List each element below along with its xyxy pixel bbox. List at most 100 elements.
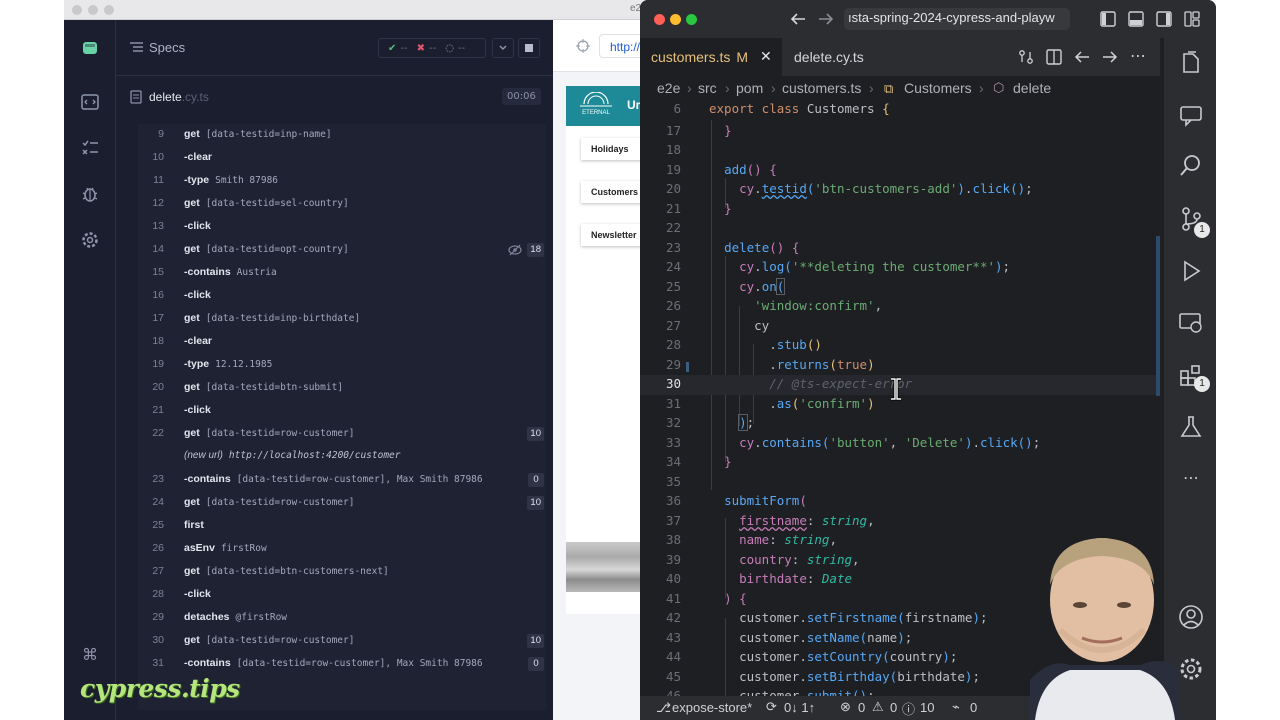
scrollbar-thumb[interactable] <box>1156 236 1160 396</box>
preview-url-text: http:// <box>610 40 641 54</box>
arrow-right-icon[interactable] <box>818 12 834 26</box>
vscode-titlebar: ısta-spring-2024-cypress-and-playw <box>640 0 1216 38</box>
file-icon <box>130 90 142 104</box>
command-log-row[interactable]: 14 get [data-testid=opt-country] 18 <box>138 239 546 261</box>
class-symbol-icon: ⧉ <box>884 81 894 96</box>
debug-bug-icon[interactable] <box>78 182 102 206</box>
more-actions-ellipsis-icon[interactable]: ⋯ <box>1130 46 1146 65</box>
selector-playground-crosshair-icon[interactable] <box>576 39 590 53</box>
command-center-search[interactable]: ısta-spring-2024-cypress-and-playw <box>844 8 1070 30</box>
command-name-text: -type <box>184 174 210 186</box>
go-forward-arrow-icon[interactable] <box>1102 50 1118 64</box>
breadcrumb-item[interactable]: delete <box>1013 80 1051 96</box>
settings-gear-icon[interactable] <box>78 228 102 252</box>
command-log-row[interactable]: 18 -clear <box>138 331 546 353</box>
toggle-secondary-sidebar-icon[interactable] <box>1156 11 1172 27</box>
collapse-chevron-button[interactable] <box>492 38 514 58</box>
close-tab-icon[interactable]: ✕ <box>760 48 772 65</box>
account-icon[interactable] <box>1178 604 1204 630</box>
command-log-row[interactable]: 20 get [data-testid=btn-submit] <box>138 377 546 399</box>
explorer-files-icon[interactable] <box>1178 50 1204 76</box>
more-views-ellipsis-icon[interactable]: ⋯ <box>1183 468 1199 487</box>
testing-flask-icon[interactable] <box>1178 414 1204 440</box>
command-log-row[interactable]: 26 asEnv firstRow <box>138 538 546 560</box>
ports-count[interactable]: 0 <box>970 700 977 715</box>
warning-count[interactable]: 0 <box>890 700 897 715</box>
compare-changes-icon[interactable] <box>1018 49 1034 65</box>
command-log-row[interactable]: 16 -click <box>138 285 546 307</box>
chat-comment-icon[interactable] <box>1178 102 1204 128</box>
command-log-row[interactable]: 25 first <box>138 515 546 537</box>
tab-delete-cy-ts[interactable]: delete.cy.ts <box>782 38 912 76</box>
code-line: 33 cy.contains('button', 'Delete').click… <box>665 435 1041 450</box>
command-name-text: -click <box>184 289 211 301</box>
close-window-button[interactable] <box>72 5 82 15</box>
spec-duration: 00:06 <box>502 88 541 105</box>
customize-layout-icon[interactable] <box>1184 11 1200 27</box>
maximize-window-button[interactable] <box>686 14 697 25</box>
command-log-row[interactable]: 19 -type 12.12.1985 <box>138 354 546 376</box>
command-log-row[interactable]: 29 detaches @firstRow <box>138 607 546 629</box>
command-name: -contains [data-testid=row-customer], Max… <box>184 473 483 485</box>
command-log-row[interactable]: 12 get [data-testid=sel-country] <box>138 193 546 215</box>
close-window-button[interactable] <box>654 14 665 25</box>
command-log-row[interactable]: 11 -type Smith 87986 <box>138 170 546 192</box>
git-branch-label[interactable]: expose-store* <box>672 700 752 715</box>
command-log-row[interactable]: 17 get [data-testid=inp-birthdate] <box>138 308 546 330</box>
breadcrumb-item[interactable]: customers.ts <box>782 80 861 96</box>
command-number: 19 <box>152 358 164 370</box>
breadcrumb-item[interactable]: Customers <box>904 80 972 96</box>
cypress-app-logo-icon[interactable] <box>78 36 102 60</box>
error-circle-icon: ⊗ <box>840 699 851 714</box>
code-line: 25 cy.on( <box>665 278 786 295</box>
element-count-badge: 10 <box>527 496 544 510</box>
specs-nav-icon[interactable] <box>78 90 102 114</box>
maximize-window-button[interactable] <box>104 5 114 15</box>
command-log-row[interactable]: 10 -clear <box>138 147 546 169</box>
run-debug-icon[interactable] <box>1178 258 1204 284</box>
keyboard-shortcuts-command-icon[interactable]: ⌘ <box>78 642 102 666</box>
manage-gear-icon[interactable] <box>1178 656 1204 682</box>
command-message: @firstRow <box>235 612 288 623</box>
breadcrumb-item[interactable]: src <box>698 80 717 96</box>
sync-status[interactable]: 0↓ 1↑ <box>784 700 815 715</box>
search-icon[interactable] <box>1178 152 1204 178</box>
breadcrumb-item[interactable]: e2e <box>657 80 680 96</box>
minimize-window-button[interactable] <box>88 5 98 15</box>
command-log-row[interactable]: 15 -contains Austria <box>138 262 546 284</box>
split-editor-icon[interactable] <box>1046 49 1062 65</box>
breadcrumb-item[interactable]: pom <box>736 80 763 96</box>
error-count[interactable]: 0 <box>858 700 865 715</box>
command-log-row[interactable]: 22 get [data-testid=row-customer] 10 <box>138 423 546 445</box>
command-log-row[interactable]: 9 get [data-testid=inp-name] <box>138 124 546 146</box>
info-count[interactable]: 10 <box>920 700 934 715</box>
toggle-panel-icon[interactable] <box>1128 11 1144 27</box>
command-log-row[interactable]: 30 get [data-testid=row-customer] 10 <box>138 630 546 652</box>
toggle-primary-sidebar-icon[interactable] <box>1100 11 1116 27</box>
minimize-window-button[interactable] <box>670 14 681 25</box>
command-log-row[interactable]: 27 get [data-testid=btn-customers-next] <box>138 561 546 583</box>
command-log-row[interactable]: 23 -contains [data-testid=row-customer], M… <box>138 469 546 491</box>
runs-nav-icon[interactable] <box>78 136 102 160</box>
command-log-row[interactable]: 31 -contains [data-testid=row-customer], M… <box>138 653 546 675</box>
command-name: -click <box>184 289 211 301</box>
command-log-row[interactable]: 13 -click <box>138 216 546 238</box>
command-log-row[interactable]: 24 get [data-testid=row-customer] 10 <box>138 492 546 514</box>
chevron-right-icon: › <box>771 80 776 96</box>
remote-explorer-icon[interactable] <box>1178 310 1204 336</box>
arrow-left-icon[interactable] <box>790 12 806 26</box>
stop-run-button[interactable] <box>518 38 540 58</box>
tab-customers-ts[interactable]: customers.ts M ✕ <box>640 38 782 76</box>
command-log-row[interactable]: 21 -click <box>138 400 546 422</box>
command-log-row[interactable]: 28 -click <box>138 584 546 606</box>
command-message: [data-testid=row-customer] <box>205 428 355 439</box>
brand-logo-text: ETERNAL <box>582 110 610 116</box>
command-name: asEnv firstRow <box>184 542 267 554</box>
specs-list-icon[interactable] <box>130 41 143 53</box>
specs-label[interactable]: Specs <box>149 40 185 55</box>
go-back-arrow-icon[interactable] <box>1074 50 1090 64</box>
command-name-text: -contains <box>184 657 231 669</box>
spec-file-row[interactable]: delete.cy.ts 00:06 <box>116 82 553 112</box>
command-log-row[interactable]: (new url) http://localhost:4200/customer <box>138 446 546 468</box>
code-line: 22 <box>665 220 681 235</box>
